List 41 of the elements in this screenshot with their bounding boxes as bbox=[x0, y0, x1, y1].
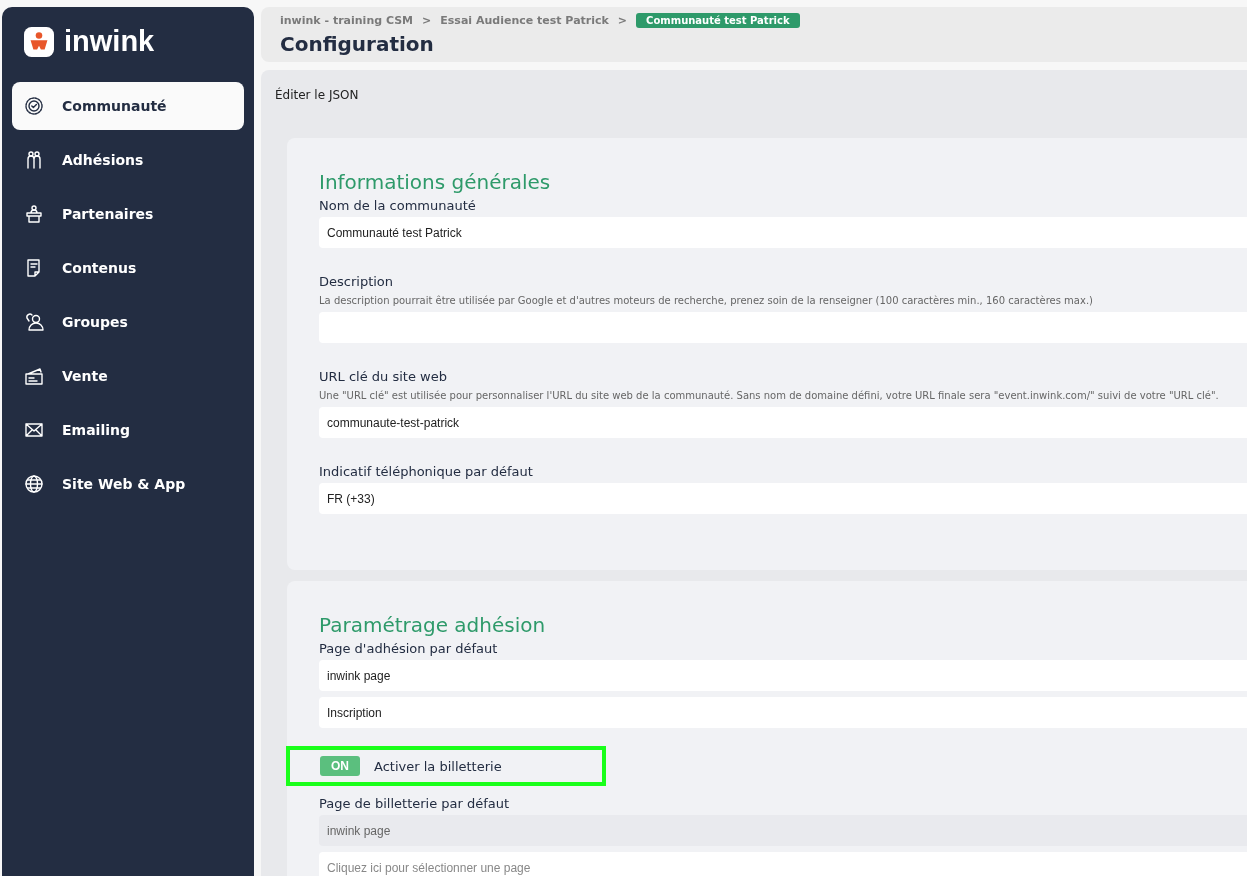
field-hint: La description pourrait être utilisée par Google et d'autres moteurs de recherche, prenez soin de la renseigner (100 caractères min., 160 caractères max.) bbox=[319, 295, 1094, 306]
sidebar-item[interactable]: Partenaires bbox=[12, 190, 244, 238]
globe-icon bbox=[24, 474, 44, 494]
sidebar-item[interactable]: Contenus bbox=[12, 244, 244, 292]
page-title: Configuration bbox=[280, 32, 435, 56]
input-field[interactable]: inwink page bbox=[319, 660, 1247, 691]
breadcrumb-separator: > bbox=[617, 14, 628, 27]
breadcrumb-link[interactable]: inwink - training CSM bbox=[280, 14, 414, 27]
sidebar-item[interactable]: Vente bbox=[12, 352, 244, 400]
envelope-icon bbox=[24, 420, 44, 440]
section-title: Informations générales bbox=[319, 170, 552, 194]
sidebar-item[interactable]: Site Web & App bbox=[12, 460, 244, 508]
sidebar-item[interactable]: Emailing bbox=[12, 406, 244, 454]
field-label: Description bbox=[319, 274, 395, 289]
sidebar-item[interactable]: Groupes bbox=[12, 298, 244, 346]
brand-name: inwink bbox=[64, 25, 155, 58]
field-label: Indicatif téléphonique par défaut bbox=[319, 464, 534, 479]
edit-json-link[interactable]: Éditer le JSON bbox=[275, 88, 1247, 102]
badge-icon bbox=[24, 96, 44, 116]
people-icon bbox=[24, 150, 44, 170]
input-field[interactable]: Inscription bbox=[319, 697, 1247, 728]
toggle-label: Activer la billetterie bbox=[374, 758, 502, 774]
breadcrumb-link[interactable]: Essai Audience test Patrick bbox=[440, 14, 609, 27]
field-label: Page d'adhésion par défaut bbox=[319, 641, 499, 656]
breadcrumb-link[interactable]: Communauté test Patrick bbox=[636, 13, 800, 28]
section-title: Paramétrage adhésion bbox=[319, 613, 547, 637]
breadcrumb-separator: > bbox=[422, 14, 432, 27]
group-icon bbox=[24, 312, 44, 332]
field-hint: Une "URL clé" est utilisée pour personnaliser l'URL du site web de la communauté. Sans nom de domaine défini, votre URL finale sera "event.inwink.com/" suivi de votre "URL clé". bbox=[319, 390, 1220, 401]
field-label: Page de billetterie par défaut bbox=[319, 796, 511, 811]
sidebar-item[interactable]: Adhésions bbox=[12, 136, 244, 184]
field-label: URL clé du site web bbox=[319, 369, 448, 384]
input-field[interactable]: Communauté test Patrick bbox=[319, 217, 1247, 248]
input-field[interactable]: FR (+33) bbox=[319, 483, 1247, 514]
field-label: Nom de la communauté bbox=[319, 198, 477, 213]
logo-icon bbox=[24, 26, 54, 57]
input-field[interactable]: Cliquez ici pour sélectionner une page bbox=[319, 852, 1247, 876]
input-field[interactable]: communaute-test-patrick bbox=[319, 407, 1247, 438]
tickets-icon bbox=[24, 366, 44, 386]
podium-icon bbox=[24, 204, 44, 224]
sidebar-item[interactable]: Communauté bbox=[12, 82, 244, 130]
